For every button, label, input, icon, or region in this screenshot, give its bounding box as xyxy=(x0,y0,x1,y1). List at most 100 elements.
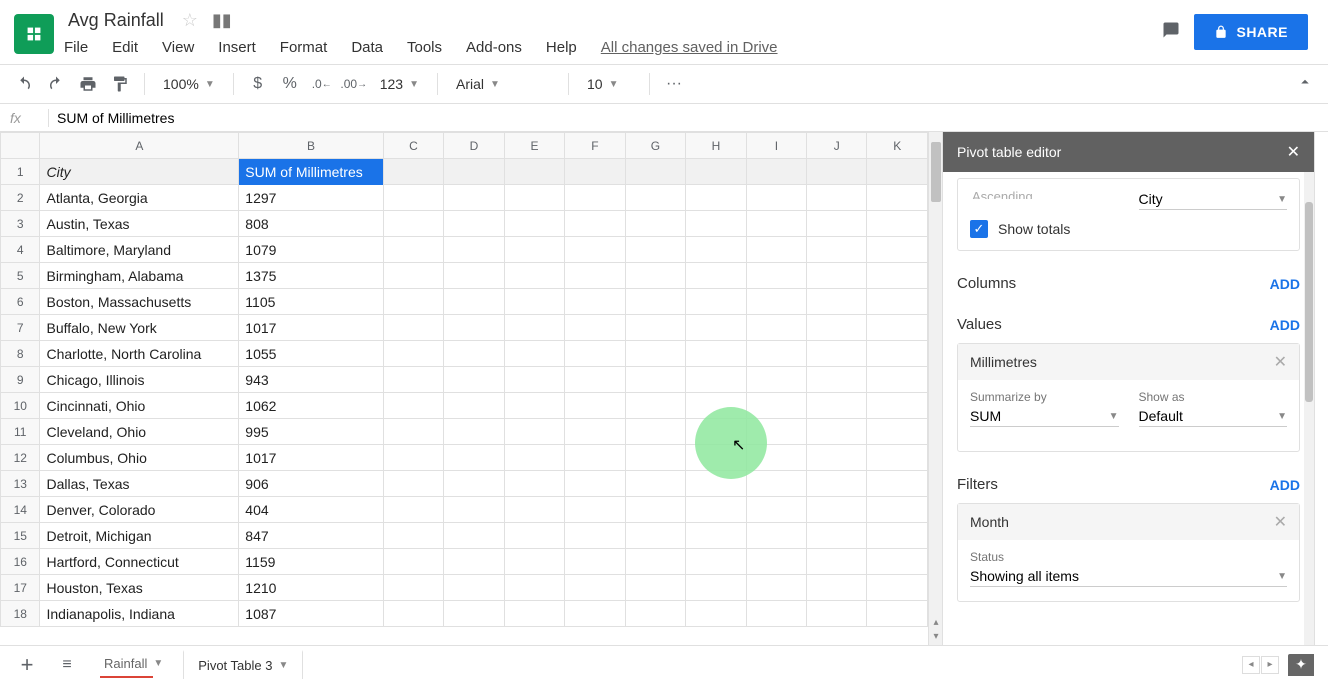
cell[interactable]: Dallas, Texas xyxy=(40,471,239,497)
cell[interactable]: 808 xyxy=(239,211,383,237)
row-header[interactable]: 7 xyxy=(1,315,40,341)
share-button[interactable]: SHARE xyxy=(1194,14,1308,50)
col-header-F[interactable]: F xyxy=(565,133,625,159)
cell[interactable] xyxy=(867,575,928,601)
cell[interactable] xyxy=(746,471,806,497)
cell[interactable] xyxy=(444,393,505,419)
cell[interactable] xyxy=(746,211,806,237)
cell[interactable] xyxy=(444,159,505,185)
spreadsheet-grid[interactable]: ABCDEFGHIJK 1 City SUM of Millimetres xyxy=(0,132,928,627)
cell-A1[interactable]: City xyxy=(40,159,239,185)
cell[interactable] xyxy=(746,185,806,211)
select-all-corner[interactable] xyxy=(1,133,40,159)
cell[interactable] xyxy=(565,445,625,471)
add-filters-button[interactable]: ADD xyxy=(1270,477,1300,493)
cell[interactable]: Atlanta, Georgia xyxy=(40,185,239,211)
add-columns-button[interactable]: ADD xyxy=(1270,276,1300,292)
cell[interactable] xyxy=(565,367,625,393)
cell[interactable] xyxy=(625,159,686,185)
cell[interactable] xyxy=(625,367,686,393)
cell[interactable]: Detroit, Michigan xyxy=(40,523,239,549)
number-format-select[interactable]: 123▼ xyxy=(372,76,427,92)
cell[interactable] xyxy=(565,601,625,627)
currency-button[interactable]: $ xyxy=(244,70,272,98)
showas-select[interactable]: Default▼ xyxy=(1139,406,1288,427)
cell[interactable] xyxy=(686,393,747,419)
cell[interactable] xyxy=(383,263,444,289)
cell[interactable] xyxy=(565,185,625,211)
cell[interactable]: 906 xyxy=(239,471,383,497)
cell[interactable] xyxy=(565,211,625,237)
cell[interactable]: 1055 xyxy=(239,341,383,367)
cell[interactable] xyxy=(383,419,444,445)
cell[interactable]: 1017 xyxy=(239,445,383,471)
cell[interactable] xyxy=(565,341,625,367)
cell[interactable] xyxy=(807,497,867,523)
cell[interactable] xyxy=(504,341,564,367)
print-button[interactable] xyxy=(74,70,102,98)
row-header[interactable]: 4 xyxy=(1,237,40,263)
sortby-select-partial[interactable]: City▼ xyxy=(1139,189,1288,210)
scroll-right-button[interactable]: ▸ xyxy=(1261,656,1279,674)
cell[interactable]: Charlotte, North Carolina xyxy=(40,341,239,367)
cell[interactable] xyxy=(686,367,747,393)
row-header[interactable]: 6 xyxy=(1,289,40,315)
menu-addons[interactable]: Add-ons xyxy=(466,39,522,56)
cell[interactable] xyxy=(625,445,686,471)
row-header[interactable]: 1 xyxy=(1,159,40,185)
cell[interactable] xyxy=(686,523,747,549)
cell[interactable] xyxy=(383,367,444,393)
cell[interactable] xyxy=(867,445,928,471)
cell[interactable] xyxy=(686,575,747,601)
cell[interactable] xyxy=(625,419,686,445)
cell[interactable]: Boston, Massachusetts xyxy=(40,289,239,315)
cell[interactable]: Cincinnati, Ohio xyxy=(40,393,239,419)
cell[interactable] xyxy=(444,419,505,445)
cell[interactable] xyxy=(686,445,747,471)
cell[interactable]: Buffalo, New York xyxy=(40,315,239,341)
cell[interactable]: Chicago, Illinois xyxy=(40,367,239,393)
cell[interactable] xyxy=(383,211,444,237)
cell[interactable] xyxy=(686,341,747,367)
cell[interactable] xyxy=(867,289,928,315)
cell[interactable] xyxy=(807,445,867,471)
fontsize-select[interactable]: 10▼ xyxy=(579,76,639,92)
star-icon[interactable]: ☆ xyxy=(182,10,198,31)
increase-decimal-button[interactable]: .00→ xyxy=(340,70,368,98)
cell[interactable]: 995 xyxy=(239,419,383,445)
cell[interactable] xyxy=(807,341,867,367)
cell[interactable] xyxy=(746,549,806,575)
cell[interactable]: Houston, Texas xyxy=(40,575,239,601)
cell[interactable] xyxy=(383,393,444,419)
cell[interactable] xyxy=(686,159,747,185)
cell[interactable] xyxy=(746,315,806,341)
col-header-G[interactable]: G xyxy=(625,133,686,159)
all-sheets-button[interactable]: ≡ xyxy=(50,651,84,679)
menu-insert[interactable]: Insert xyxy=(218,39,256,56)
cell[interactable] xyxy=(565,419,625,445)
row-header[interactable]: 12 xyxy=(1,445,40,471)
row-header[interactable]: 11 xyxy=(1,419,40,445)
cell[interactable] xyxy=(807,601,867,627)
cell[interactable] xyxy=(565,393,625,419)
explore-button[interactable]: ✦ xyxy=(1288,654,1314,676)
cell[interactable]: Birmingham, Alabama xyxy=(40,263,239,289)
move-folder-icon[interactable]: ▮▮ xyxy=(212,10,232,31)
menu-edit[interactable]: Edit xyxy=(112,39,138,56)
cell[interactable] xyxy=(867,367,928,393)
col-header-D[interactable]: D xyxy=(444,133,505,159)
cell[interactable] xyxy=(807,237,867,263)
cell[interactable]: Cleveland, Ohio xyxy=(40,419,239,445)
cell[interactable] xyxy=(383,601,444,627)
cell[interactable] xyxy=(867,315,928,341)
cell[interactable] xyxy=(867,393,928,419)
scroll-left-button[interactable]: ◂ xyxy=(1242,656,1260,674)
cell[interactable] xyxy=(444,237,505,263)
cell[interactable]: Denver, Colorado xyxy=(40,497,239,523)
formula-input[interactable]: SUM of Millimetres xyxy=(57,110,174,126)
cell[interactable] xyxy=(746,341,806,367)
cell[interactable]: 1375 xyxy=(239,263,383,289)
show-totals-checkbox[interactable]: ✓ xyxy=(970,220,988,238)
tab-menu-icon[interactable]: ▼ xyxy=(278,660,288,671)
zoom-select[interactable]: 100%▼ xyxy=(155,76,223,92)
